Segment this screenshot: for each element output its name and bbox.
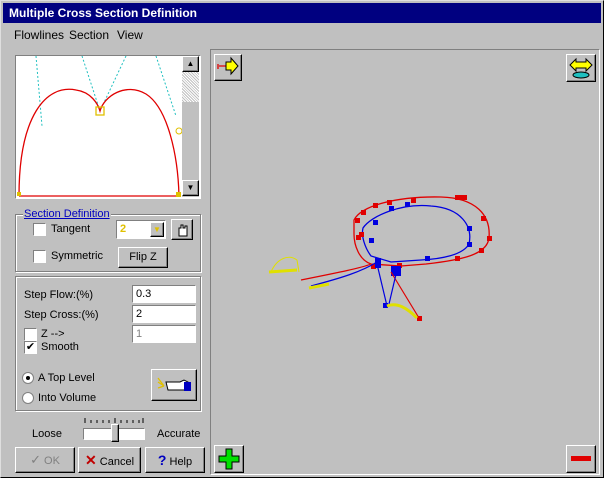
hand-icon	[178, 224, 188, 237]
menu-view[interactable]: View	[117, 28, 143, 42]
flip-z-button[interactable]: Flip Z	[118, 247, 168, 268]
scroll-track[interactable]	[182, 72, 199, 102]
arrow-right-icon	[217, 56, 239, 76]
remove-section-button[interactable]	[566, 445, 596, 473]
scroll-down-button[interactable]: ▼	[182, 180, 199, 196]
smooth-checkbox[interactable]: ✔	[24, 341, 37, 354]
cancel-button[interactable]: ✕ Cancel	[78, 447, 141, 473]
plus-icon	[218, 448, 240, 470]
z-input[interactable]: 1	[132, 325, 196, 343]
hand-pointer-icon	[157, 377, 191, 391]
radio-top-level[interactable]	[22, 372, 34, 384]
section-definition-title: Section Definition	[23, 208, 111, 220]
dialog-window: Multiple Cross Section Definition Flowli…	[0, 0, 604, 478]
step-cross-input[interactable]: 2	[132, 305, 196, 323]
ok-button[interactable]: ✓ OK	[15, 447, 75, 473]
slider-loose-label: Loose	[32, 428, 62, 440]
profile-curve	[17, 56, 182, 197]
add-section-button[interactable]	[214, 445, 244, 473]
minus-icon	[571, 456, 591, 461]
tangent-label: Tangent	[51, 223, 91, 235]
menu-section[interactable]: Section	[69, 28, 109, 42]
scroll-up-button[interactable]: ▲	[182, 56, 199, 72]
next-section-button[interactable]	[214, 54, 242, 81]
accuracy-slider-thumb[interactable]	[111, 424, 119, 442]
viewport-3d[interactable]	[210, 49, 600, 475]
symmetric-label: Symmetric	[51, 250, 103, 262]
help-button[interactable]: ? Help	[145, 447, 205, 473]
help-icon: ?	[157, 452, 167, 468]
step-flow-label: Step Flow:(%)	[24, 289, 94, 301]
radio-top-level-label: A Top Level	[38, 372, 95, 384]
step-cross-label: Step Cross:(%)	[24, 309, 99, 321]
swap-view-button[interactable]	[566, 54, 596, 82]
radio-into-volume[interactable]	[22, 392, 34, 404]
radio-into-volume-label: Into Volume	[38, 392, 97, 404]
cross-section-drawing	[268, 195, 492, 321]
menu-bar: Flowlines Section View	[3, 26, 601, 44]
profile-preview[interactable]: ▲ ▼	[15, 55, 201, 199]
tangent-select[interactable]: 2 ▼	[116, 220, 166, 239]
step-flow-input[interactable]: 0.3	[132, 285, 196, 303]
smooth-label: Smooth	[41, 341, 79, 353]
swap-arrows-icon	[569, 57, 593, 79]
hand-pick-button[interactable]	[171, 219, 193, 240]
close-icon: ✕	[84, 452, 97, 468]
tangent-checkbox[interactable]	[33, 223, 46, 236]
z-checkbox[interactable]	[24, 328, 37, 341]
preview-scrollbar[interactable]: ▲ ▼	[182, 56, 199, 197]
z-label: Z -->	[41, 328, 65, 340]
symmetric-checkbox[interactable]	[33, 250, 46, 263]
chevron-down-icon[interactable]: ▼	[150, 222, 164, 237]
apply-hand-button[interactable]	[151, 369, 197, 401]
check-icon: ✓	[30, 452, 41, 467]
menu-flowlines[interactable]: Flowlines	[14, 28, 64, 42]
slider-accurate-label: Accurate	[157, 428, 201, 440]
title-bar: Multiple Cross Section Definition	[3, 3, 601, 23]
